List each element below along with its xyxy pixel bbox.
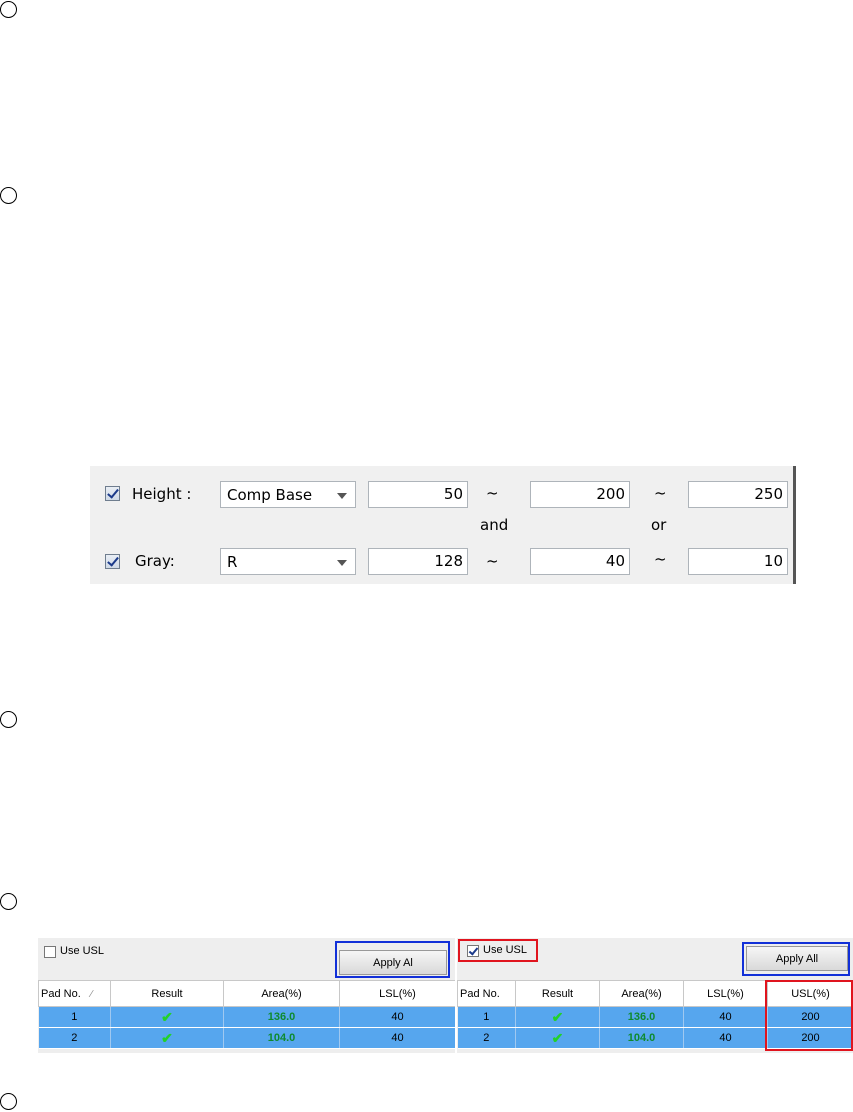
result-cell: ✔ [515,1006,600,1028]
bullet-circle [0,893,17,910]
height-min-input[interactable]: 50 [368,481,468,508]
table-row[interactable]: 2 ✔ 104.0 40 [38,1027,455,1049]
gray-mid-input[interactable]: 40 [530,548,630,575]
tilde-separator: ~ [654,550,667,568]
column-header-area[interactable]: Area(%) [223,980,340,1007]
or-label: or [651,516,667,534]
bullet-circle [0,187,17,204]
chevron-down-icon [337,493,347,499]
highlight-box [458,939,538,962]
check-mark-icon: ✔ [161,1008,173,1025]
column-header-lsl[interactable]: LSL(%) [683,980,768,1007]
panel-border [793,466,796,584]
height-max-input[interactable]: 250 [688,481,788,508]
column-header-result[interactable]: Result [110,980,224,1007]
gray-channel-value: R [227,553,238,571]
pad-no-cell: 2 [457,1027,516,1049]
pad-grid-panel-usl-on: Use USL Apply All Pad No. Result Area(%)… [457,938,853,1053]
result-cell: ✔ [515,1027,600,1049]
tilde-separator: ~ [486,484,499,502]
pad-grid-panel-usl-off: Use USL Apply Al Pad No. ∕ Result Area(%)… [38,938,455,1053]
tilde-separator: ~ [654,484,667,502]
column-header-result[interactable]: Result [515,980,600,1007]
result-cell: ✔ [110,1027,224,1049]
pad-no-cell: 1 [457,1006,516,1028]
column-header-area[interactable]: Area(%) [599,980,684,1007]
area-cell: 104.0 [599,1027,684,1049]
area-cell: 104.0 [223,1027,340,1049]
sort-icon: ∕ [90,988,93,1000]
gray-max-input[interactable]: 10 [688,548,788,575]
area-cell: 136.0 [223,1006,340,1028]
check-mark-icon: ✔ [161,1029,173,1046]
highlight-box [335,941,450,978]
area-cell: 136.0 [599,1006,684,1028]
height-mode-value: Comp Base [227,486,313,504]
check-mark-icon: ✔ [551,1008,564,1025]
column-header-pad-no[interactable]: Pad No. ∕ [38,980,111,1007]
bullet-circle [0,1093,17,1110]
check-mark-icon: ✔ [551,1029,564,1046]
height-label: Height : [132,485,192,503]
column-header-lsl[interactable]: LSL(%) [339,980,455,1007]
height-mode-dropdown[interactable]: Comp Base [220,481,356,508]
and-label: and [480,516,509,534]
lsl-cell: 40 [339,1006,455,1028]
gray-checkbox[interactable] [105,554,120,569]
pad-result-table: Pad No. ∕ Result Area(%) LSL(%) 1 ✔ 136.0… [38,980,455,1049]
chevron-down-icon [337,560,347,566]
gray-label: Gray: [135,552,175,570]
bullet-circle [0,711,17,728]
highlight-box [765,980,853,1051]
column-header-pad-no[interactable]: Pad No. [457,980,516,1007]
height-mid-input[interactable]: 200 [530,481,630,508]
highlight-box [742,942,850,976]
result-cell: ✔ [110,1006,224,1028]
use-usl-label: Use USL [60,945,105,957]
pad-no-cell: 2 [38,1027,111,1049]
lsl-cell: 40 [339,1027,455,1049]
lsl-cell: 40 [683,1006,768,1028]
gray-channel-dropdown[interactable]: R [220,548,356,575]
pad-no-cell: 1 [38,1006,111,1028]
tilde-separator: ~ [486,552,499,570]
height-gray-settings-panel: Height : Comp Base 50 ~ 200 ~ 250 and or… [90,466,796,584]
lsl-cell: 40 [683,1027,768,1049]
bullet-circle [0,1,17,18]
height-checkbox[interactable] [105,486,120,501]
gray-min-input[interactable]: 128 [368,548,468,575]
use-usl-checkbox[interactable] [44,946,56,958]
table-row[interactable]: 1 ✔ 136.0 40 [38,1006,455,1028]
